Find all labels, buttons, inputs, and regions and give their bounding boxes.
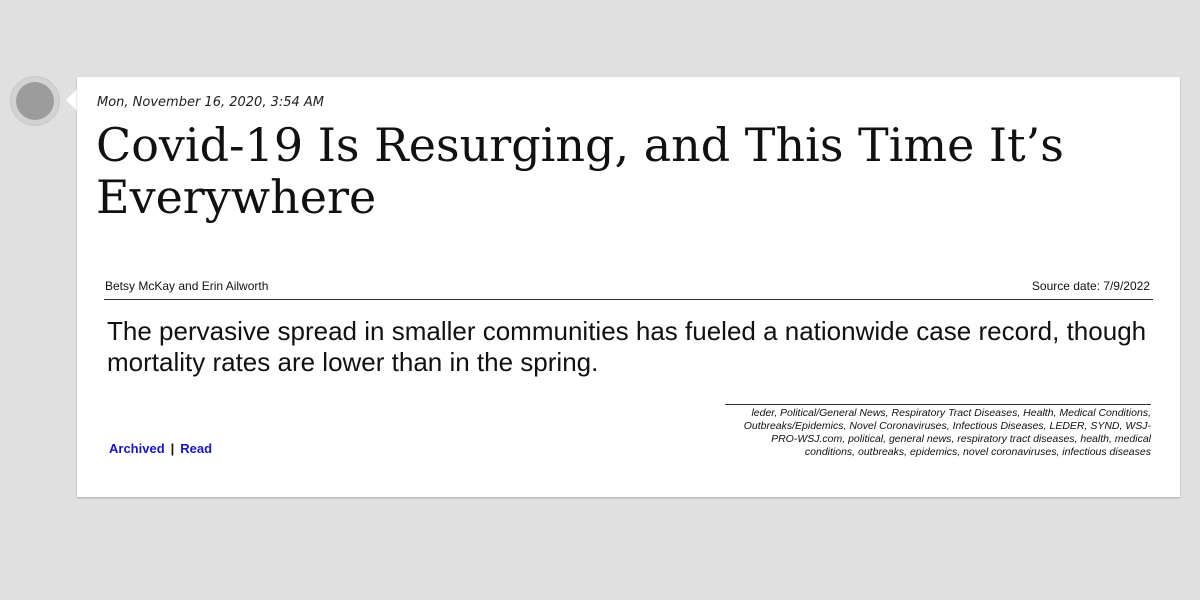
byline-row: Betsy McKay and Erin Ailworth Source dat… [104, 279, 1153, 300]
article-summary: The pervasive spread in smaller communit… [107, 316, 1147, 377]
avatar-circle [16, 82, 54, 120]
link-separator: | [170, 441, 175, 456]
source-date: Source date: 7/9/2022 [1031, 279, 1150, 293]
avatar[interactable] [11, 77, 59, 125]
article-authors: Betsy McKay and Erin Ailworth [105, 279, 269, 293]
article-tags: leder, Political/General News, Respirato… [725, 404, 1151, 459]
article-date: Mon, November 16, 2020, 3:54 AM [97, 95, 325, 110]
article-links: Archived | Read [109, 441, 212, 456]
article-card: Mon, November 16, 2020, 3:54 AM Covid-19… [77, 77, 1180, 497]
archived-link[interactable]: Archived [109, 441, 165, 456]
article-headline: Covid-19 Is Resurging, and This Time It’… [96, 118, 1064, 224]
read-link[interactable]: Read [180, 441, 212, 456]
